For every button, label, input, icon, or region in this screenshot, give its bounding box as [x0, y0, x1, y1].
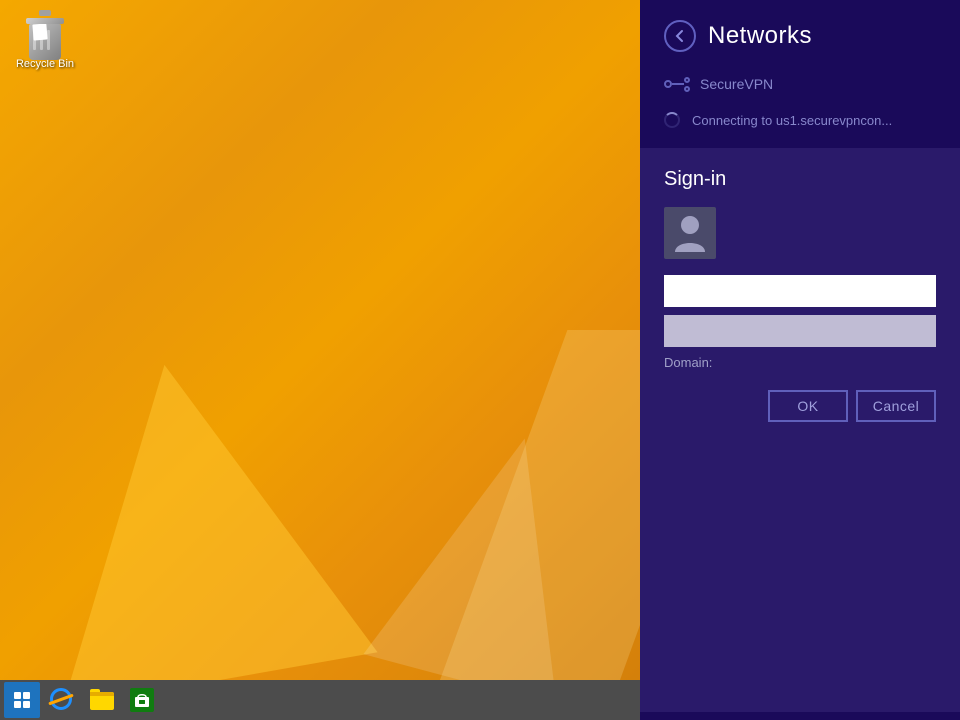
vpn-icon: [664, 77, 690, 92]
networks-panel: Networks SecureVPN Connecting to us1.sec…: [640, 0, 960, 720]
cancel-button[interactable]: Cancel: [856, 390, 936, 422]
taskbar: [0, 680, 640, 720]
back-button[interactable]: [664, 20, 696, 52]
networks-panel-title: Networks: [708, 22, 812, 50]
signin-form: Sign-in Domain: OK Cancel: [640, 148, 960, 712]
avatar-figure-icon: [674, 214, 706, 252]
vpn-entry[interactable]: SecureVPN: [640, 68, 960, 100]
connecting-text: Connecting to us1.securevpncon...: [692, 113, 892, 128]
connecting-spinner: [664, 112, 680, 128]
file-explorer-button[interactable]: [84, 682, 120, 718]
user-avatar: [664, 207, 716, 259]
store-icon: [130, 688, 154, 712]
recycle-bin-icon[interactable]: Recycle Bin: [10, 10, 80, 71]
desktop: Recycle Bin: [0, 0, 640, 680]
username-input[interactable]: [664, 275, 936, 307]
domain-label: Domain:: [664, 355, 936, 370]
vpn-name: SecureVPN: [700, 76, 773, 92]
signin-title: Sign-in: [664, 168, 936, 191]
panel-header: Networks: [640, 0, 960, 68]
signin-buttons: OK Cancel: [664, 390, 936, 422]
start-button[interactable]: [4, 682, 40, 718]
connecting-status: Connecting to us1.securevpncon...: [640, 100, 960, 140]
store-button[interactable]: [124, 682, 160, 718]
ie-button[interactable]: [44, 682, 80, 718]
password-input[interactable]: [664, 315, 936, 347]
ok-button[interactable]: OK: [768, 390, 848, 422]
